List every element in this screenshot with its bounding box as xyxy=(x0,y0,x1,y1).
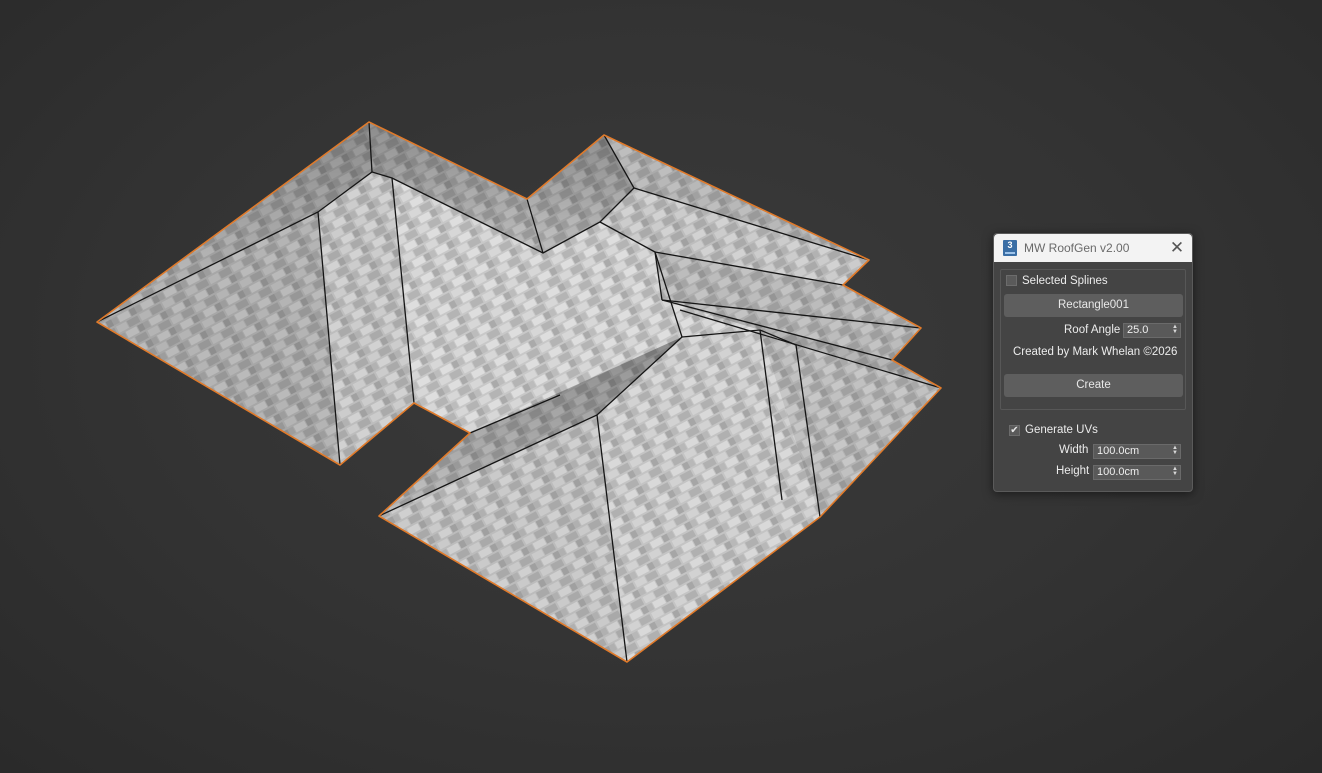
width-label: Width xyxy=(1059,444,1089,456)
close-icon[interactable]: ✕ xyxy=(1168,239,1186,257)
height-spinner[interactable]: 100.0cm ▲ ▼ xyxy=(1093,465,1181,480)
roofgen-dialog: 3 MW RoofGen v2.00 ✕ Selected Splines Re… xyxy=(993,233,1193,492)
selected-splines-label: Selected Splines xyxy=(1022,275,1108,287)
spinner-arrows-icon[interactable]: ▲ ▼ xyxy=(1172,445,1178,457)
spinner-arrows-icon[interactable]: ▲ ▼ xyxy=(1172,324,1178,336)
roof-angle-value: 25.0 xyxy=(1127,324,1149,336)
height-label: Height xyxy=(1056,465,1090,477)
dialog-titlebar[interactable]: 3 MW RoofGen v2.00 ✕ xyxy=(994,234,1192,262)
width-value: 100.0cm xyxy=(1097,445,1140,457)
generate-uvs-label: Generate UVs xyxy=(1025,424,1098,436)
width-spinner[interactable]: 100.0cm ▲ ▼ xyxy=(1093,444,1181,459)
dialog-title: MW RoofGen v2.00 xyxy=(1024,241,1130,255)
spline-pick-button[interactable]: Rectangle001 xyxy=(1004,294,1183,317)
generate-uvs-checkbox[interactable]: ✔ xyxy=(1009,425,1020,436)
credit-text: Created by Mark Whelan ©2026 xyxy=(1013,346,1178,358)
selected-splines-checkbox[interactable] xyxy=(1006,275,1017,286)
roof-angle-label: Roof Angle xyxy=(1064,324,1121,336)
3dsmax-app-icon: 3 xyxy=(1003,240,1017,256)
create-button[interactable]: Create xyxy=(1004,374,1183,397)
spinner-arrows-icon[interactable]: ▲ ▼ xyxy=(1172,466,1178,478)
height-value: 100.0cm xyxy=(1097,466,1140,478)
roof-angle-spinner[interactable]: 25.0 ▲ ▼ xyxy=(1123,323,1181,338)
